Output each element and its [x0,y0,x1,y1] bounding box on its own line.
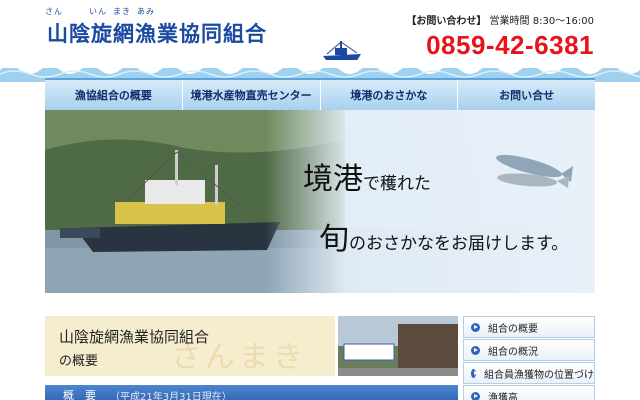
intro-subtitle: の概要 [59,354,99,369]
side-item-label: 組合の概況 [488,346,538,358]
arrow-bullet-icon [471,345,480,355]
main-nav: 漁協組合の概要 境港水産物直売センター 境港のおさかな お問い合せ [45,78,595,110]
side-item-label: 組合の概要 [488,323,538,335]
business-hours: 営業時間 8:30〜16:00 [489,16,594,27]
phone-number[interactable]: 0859-42-6381 [394,30,594,61]
contact-info: 【お問い合わせ】 営業時間 8:30〜16:00 0859-42-6381 [394,12,594,61]
logo-title: 山陰旋網漁業協同組合 [47,22,267,46]
arrow-bullet-icon [471,322,480,332]
arrow-bullet-icon [471,391,480,400]
ruby-in: いん [89,7,107,16]
ruby-ami: あみ [137,7,155,16]
nav-item-fish[interactable]: 境港のおさかな [321,80,459,110]
hero-line-1: 境港で穫れた [303,154,431,198]
intro-banner[interactable]: さんまき 山陰旋網漁業協同組合 の概要 [45,316,335,376]
side-item-label: 組合員漁獲物の位置づけ [484,369,594,381]
hero-banner: 境港で穫れた 旬のおさかなをお届けします。 [45,110,595,293]
office-building-icon [338,316,458,376]
section-heading: 概 要 （平成21年3月31日現在） [45,385,458,400]
intro-title: 山陰旋網漁業協同組合 [59,328,210,346]
side-item-label: 漁獲高 [488,392,518,400]
section-title: 概 要 [63,389,96,400]
ruby-san: さん [45,7,63,16]
hero-line-2-big: 旬 [319,222,349,257]
page: さん いん まき あみ 山陰旋網漁業協同組合 【お問い合わせ】 営業時間 8:3… [0,0,640,400]
arrow-bullet-icon [471,368,478,378]
fish-illustration [496,154,573,188]
site-logo[interactable]: さん いん まき あみ 山陰旋網漁業協同組合 [45,6,361,66]
side-item-catch-position[interactable]: 組合員漁獲物の位置づけ [463,362,595,384]
nav-item-contact[interactable]: お問い合せ [458,80,595,110]
contact-label: 【お問い合わせ】 [406,16,487,27]
side-menu: 組合の概要 組合の概況 組合員漁獲物の位置づけ 漁獲高 [463,316,595,400]
hero-line-1-big: 境港 [303,162,363,197]
hero-line-1-small: で穫れた [363,174,431,194]
ruby-maki: まき [113,7,131,16]
side-item-catch-amount[interactable]: 漁獲高 [463,385,595,400]
side-item-status[interactable]: 組合の概況 [463,339,595,361]
side-item-overview[interactable]: 組合の概要 [463,316,595,338]
contact-hours: 【お問い合わせ】 営業時間 8:30〜16:00 [394,12,594,27]
nav-item-overview[interactable]: 漁協組合の概要 [45,80,183,110]
hero-line-2-small: のおさかなをお届けします。 [349,234,569,254]
office-photo [338,316,458,376]
section-date: （平成21年3月31日現在） [110,391,232,400]
hero-line-2: 旬のおさかなをお届けします。 [319,214,568,258]
nav-item-direct-sales[interactable]: 境港水産物直売センター [183,80,321,110]
